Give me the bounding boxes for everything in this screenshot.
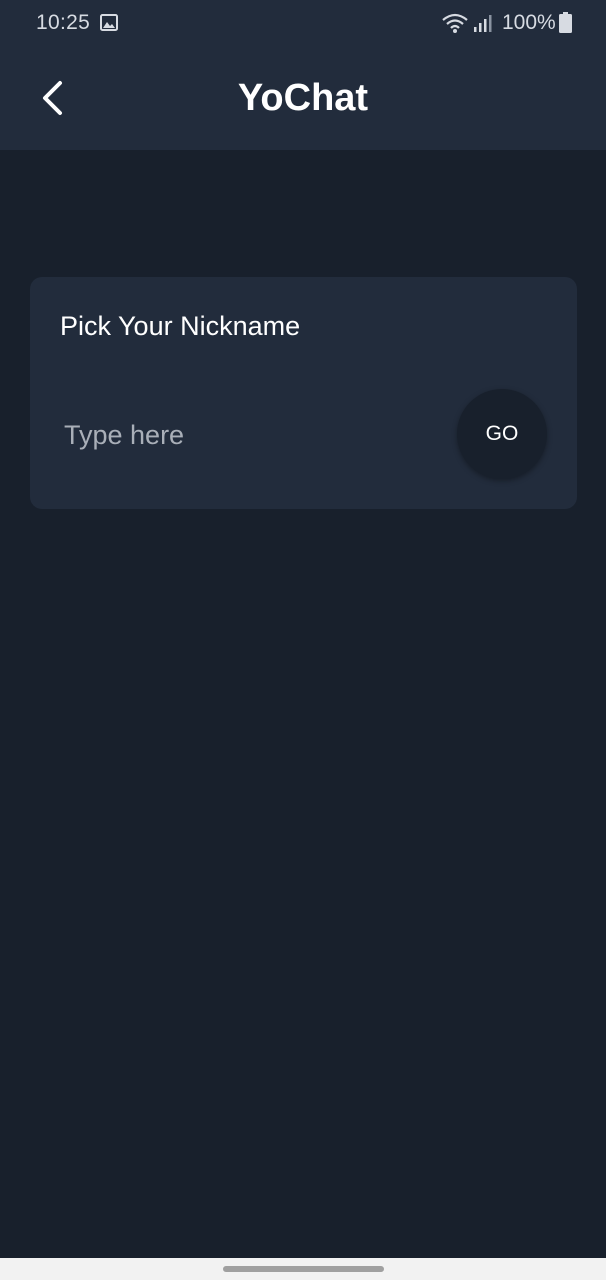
go-button[interactable]: GO <box>457 389 547 479</box>
status-time: 10:25 <box>36 11 91 34</box>
status-bar: 10:25 100% <box>0 0 606 48</box>
battery-icon <box>559 12 572 33</box>
navigation-bar <box>0 1258 606 1280</box>
page-title: YoChat <box>237 77 369 119</box>
nickname-card: Pick Your Nickname GO <box>30 277 577 509</box>
home-indicator[interactable] <box>223 1266 384 1272</box>
gallery-icon <box>100 14 118 31</box>
app-bar: YoChat <box>0 48 606 150</box>
battery-percentage: 100% <box>502 11 556 34</box>
nickname-card-title: Pick Your Nickname <box>60 311 301 341</box>
wifi-icon <box>442 13 468 33</box>
nickname-input[interactable] <box>64 413 444 457</box>
signal-icon <box>474 15 492 32</box>
